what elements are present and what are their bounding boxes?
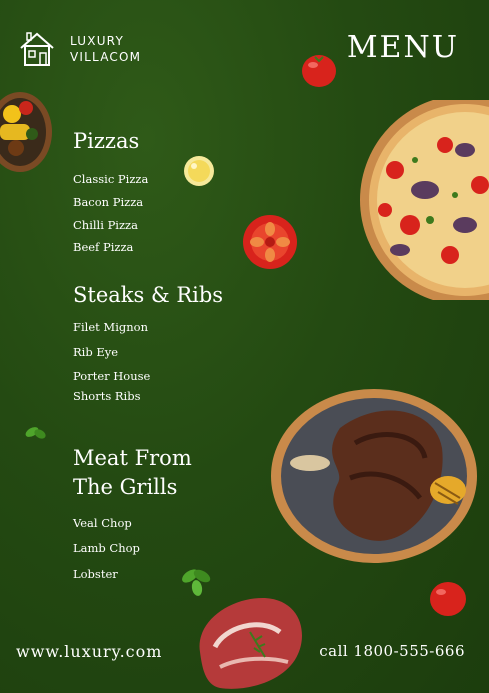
menu-item: Veal Chop <box>73 516 132 530</box>
tomato-small-image <box>430 582 466 616</box>
brand-block: LUXURY VILLACOM <box>18 30 141 68</box>
pizza-image <box>360 100 489 300</box>
menu-item: Lamb Chop <box>73 541 140 555</box>
menu-item: Shorts Ribs <box>73 389 141 403</box>
cut-tomato-image <box>243 215 297 269</box>
steak-plate-image <box>271 389 477 563</box>
section-title-pizzas: Pizzas <box>73 129 140 153</box>
website-link[interactable]: www.luxury.com <box>16 642 162 661</box>
menu-page: LUXURY VILLACOM MENU Pizzas Classic Pizz… <box>0 0 489 693</box>
section-title-steaks-ribs: Steaks & Ribs <box>73 283 224 307</box>
basil-leaf-image <box>25 427 46 439</box>
house-icon <box>20 32 54 66</box>
section-title-line2: The Grills <box>73 475 178 499</box>
menu-item: Classic Pizza <box>73 172 149 186</box>
lemon-slice-image <box>184 156 214 186</box>
section-title-line1: Meat From <box>73 446 192 470</box>
tomato-image <box>302 55 336 87</box>
menu-item: Filet Mignon <box>73 320 148 334</box>
raw-steak-image <box>199 597 302 689</box>
menu-item: Beef Pizza <box>73 240 134 254</box>
menu-item: Chilli Pizza <box>73 218 138 232</box>
phone-number[interactable]: call 1800-555-666 <box>319 642 465 660</box>
menu-item: Bacon Pizza <box>73 195 144 209</box>
section-title-meat-grills: Meat From The Grills <box>73 444 192 502</box>
brand-name-line1: LUXURY <box>70 34 124 48</box>
brand-name-line2: VILLACOM <box>70 50 142 64</box>
menu-item: Rib Eye <box>73 345 119 359</box>
menu-item: Porter House <box>73 369 151 383</box>
menu-title: MENU <box>346 30 459 65</box>
grilled-vegetable-bowl-image <box>0 92 52 172</box>
menu-item: Lobster <box>73 567 118 581</box>
